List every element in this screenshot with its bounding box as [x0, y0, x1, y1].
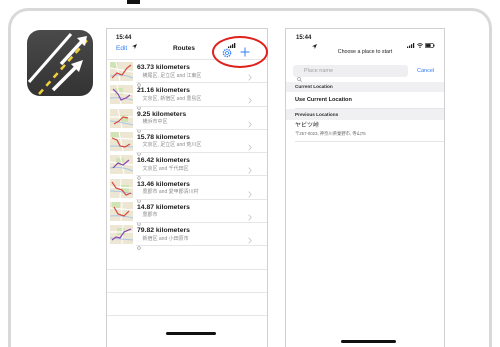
route-map-thumbnail — [109, 155, 134, 175]
map-pin-icon — [137, 97, 141, 110]
chevron-right-icon — [248, 68, 252, 81]
screen-title: Choose a place to start — [337, 49, 393, 55]
route-row[interactable]: 13.46 kilometers 豊郡市 and 愛甲郡清川村 — [107, 177, 267, 203]
map-pin-icon — [137, 143, 141, 157]
wifi-icon — [417, 35, 423, 48]
search-icon — [297, 69, 302, 82]
route-area: 新宿区 and 小田原市 — [142, 235, 189, 242]
empty-row — [107, 270, 267, 293]
route-list: 63.73 kilometers 横尾区, 足立区 and 江東区 21.16 ki… — [107, 29, 267, 347]
map-pin-icon — [137, 167, 141, 180]
route-area: 横尾区, 足立区 and 江東区 — [142, 72, 202, 79]
routes-screen: 15:44 Edit Routes 63.73 kilometers 横尾区, 足… — [106, 28, 268, 347]
map-pin-icon — [137, 120, 141, 133]
search-placeholder: Place name — [304, 68, 334, 74]
use-current-location-label: Use Current Location — [295, 97, 352, 103]
empty-row — [107, 246, 267, 270]
highlight-circle — [212, 36, 268, 68]
location-address: 〒257-0023, 神奈川県秦野市, 寺山75 — [295, 131, 366, 136]
route-row[interactable]: 15.78 kilometers 文京区, 足立区 and 荒川区 — [107, 130, 267, 157]
map-pin-icon — [137, 190, 141, 203]
home-indicator[interactable] — [341, 340, 396, 343]
route-distance: 15.78 kilometers — [137, 133, 190, 141]
chevron-right-icon — [248, 208, 252, 221]
map-pin-icon — [137, 213, 141, 227]
route-row[interactable]: 21.16 kilometers 文京区, 新宿区 and 豊島区 — [107, 83, 267, 110]
chevron-right-icon — [248, 138, 252, 151]
route-area: 文京区 and 千代田区 — [142, 165, 189, 172]
route-distance: 13.46 kilometers — [137, 180, 190, 188]
location-arrow-icon — [312, 36, 317, 49]
chevron-right-icon — [248, 185, 252, 198]
route-map-thumbnail — [109, 178, 134, 198]
previous-location-row[interactable]: ヤビツ峠 〒257-0023, 神奈川県秦野市, 寺山75 — [286, 120, 444, 142]
route-map-thumbnail — [109, 108, 134, 128]
chevron-right-icon — [248, 91, 252, 104]
search-input[interactable]: Place name — [293, 65, 408, 82]
route-map-thumbnail — [109, 225, 134, 245]
map-pin-icon — [137, 74, 141, 87]
use-current-location-row[interactable]: Use Current Location — [286, 92, 444, 109]
route-distance: 63.73 kilometers — [137, 64, 190, 71]
cancel-button[interactable]: Cancel — [417, 65, 434, 77]
section-header-label: Current Location — [295, 84, 333, 89]
top-edge-mark — [127, 0, 140, 4]
battery-icon — [425, 35, 435, 48]
route-map-thumbnail — [109, 201, 134, 221]
route-distance: 79.82 kilometers — [137, 227, 190, 235]
empty-row — [107, 293, 267, 317]
status-time: 15:44 — [296, 35, 312, 41]
route-area: 横浜市中区 — [142, 119, 168, 126]
chevron-right-icon — [248, 231, 252, 244]
route-distance: 9.25 kilometers — [137, 110, 187, 118]
route-row[interactable]: 16.42 kilometers 文京区 and 千代田区 — [107, 153, 267, 180]
route-distance: 14.87 kilometers — [137, 203, 190, 211]
location-name: ヤビツ峠 — [295, 123, 320, 129]
route-map-thumbnail — [109, 85, 134, 105]
section-header-label: Previous Locations — [295, 112, 339, 117]
route-distance: 21.16 kilometers — [137, 87, 190, 95]
map-pin-icon — [137, 237, 141, 250]
chevron-right-icon — [248, 115, 252, 128]
signal-icon — [407, 35, 415, 48]
route-row[interactable]: 14.87 kilometers 豊郡市 — [107, 200, 267, 227]
route-row[interactable]: 79.82 kilometers 新宿区 and 小田原市 — [107, 223, 267, 250]
home-indicator[interactable] — [166, 332, 216, 335]
chevron-right-icon — [248, 161, 252, 174]
route-map-thumbnail — [109, 61, 134, 82]
route-map-thumbnail — [109, 131, 134, 151]
route-area: 文京区, 新宿区 and 豊島区 — [142, 95, 202, 102]
route-row[interactable]: 9.25 kilometers 横浜市中区 — [107, 107, 267, 133]
road-arrows-icon — [27, 30, 93, 96]
section-header-current: Current Location — [286, 82, 444, 92]
route-area: 豊郡市 — [142, 212, 158, 219]
section-header-previous: Previous Locations — [286, 109, 444, 120]
route-distance: 16.42 kilometers — [137, 157, 190, 165]
choose-place-screen: 15:44 Choose a place to start Place name… — [285, 28, 445, 347]
route-area: 文京区, 足立区 and 荒川区 — [142, 142, 202, 149]
route-area: 豊郡市 and 愛甲郡清川村 — [142, 189, 199, 195]
